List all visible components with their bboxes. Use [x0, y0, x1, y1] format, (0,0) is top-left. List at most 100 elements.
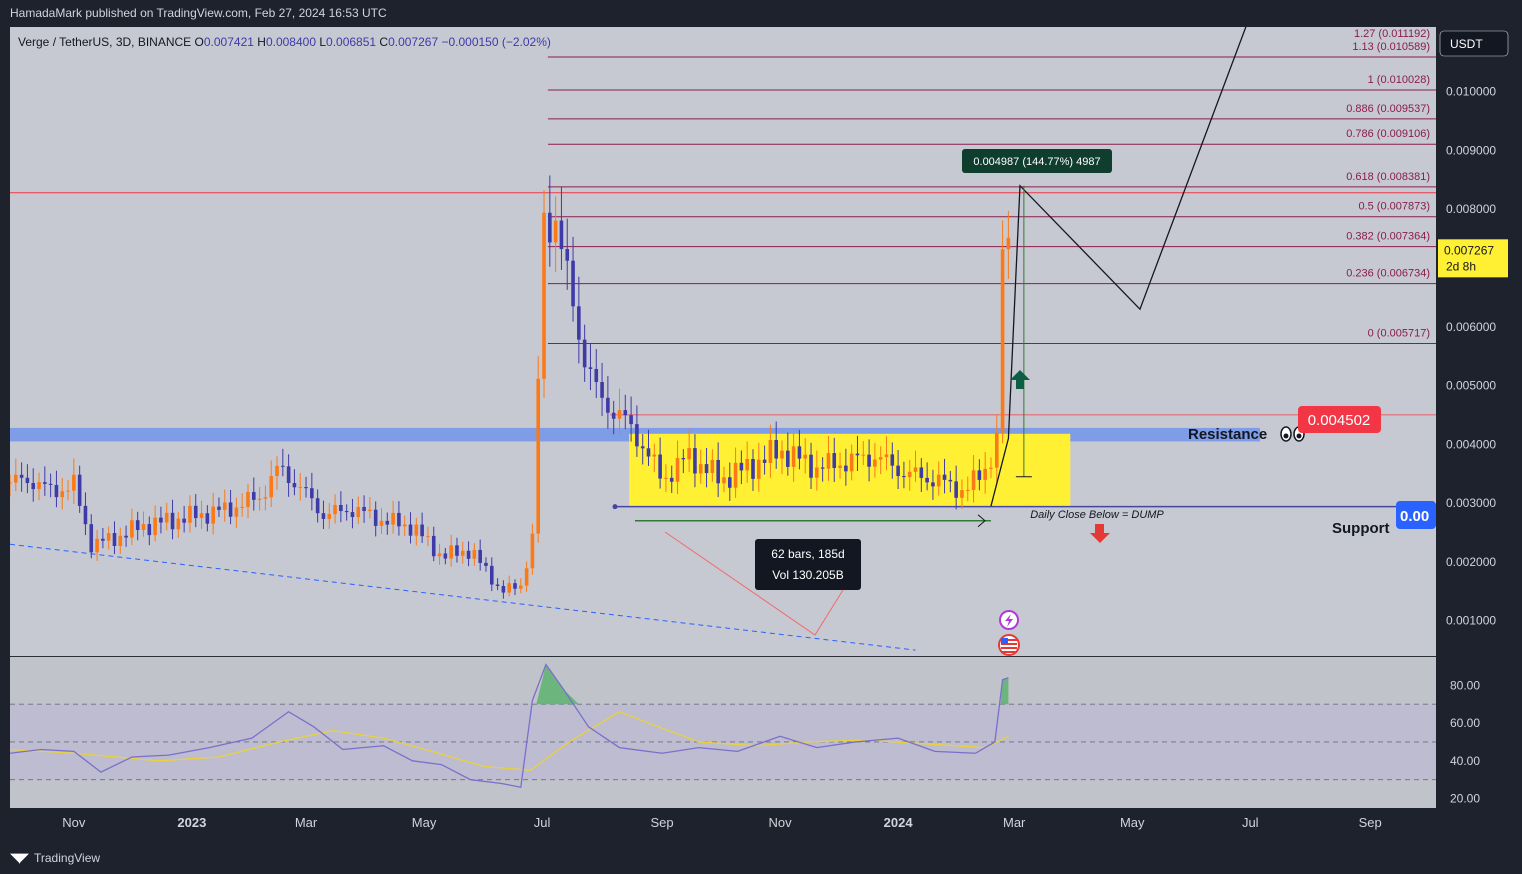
candle-body[interactable] — [600, 382, 604, 398]
candle-body[interactable] — [414, 524, 419, 536]
time-axis-bg[interactable] — [10, 808, 1512, 838]
candle-body[interactable] — [402, 524, 407, 527]
us-flag-icon[interactable] — [998, 634, 1020, 656]
candle-body[interactable] — [437, 553, 442, 557]
candle-body[interactable] — [460, 550, 465, 556]
candle-body[interactable] — [855, 453, 860, 456]
candle-body[interactable] — [826, 453, 831, 469]
candle-body[interactable] — [193, 505, 198, 519]
footer-brand[interactable]: ◥◤ TradingView — [10, 850, 100, 866]
candle-body[interactable] — [1006, 237, 1011, 250]
candle-body[interactable] — [658, 454, 662, 479]
candle-body[interactable] — [722, 477, 726, 484]
candle-body[interactable] — [977, 470, 982, 480]
candle-body[interactable] — [745, 459, 749, 471]
candle-body[interactable] — [489, 565, 494, 585]
candle-body[interactable] — [878, 457, 883, 460]
candle-body[interactable] — [739, 462, 744, 471]
candle-body[interactable] — [925, 477, 929, 483]
candle-body[interactable] — [530, 533, 535, 569]
candle-body[interactable] — [379, 520, 384, 526]
candle-body[interactable] — [205, 513, 210, 524]
candle-body[interactable] — [19, 474, 24, 478]
price-chart[interactable]: 0 (0.005717) 0.236 (0.006734) 0.382 (0.007… — [10, 27, 1512, 838]
candle-body[interactable] — [936, 474, 941, 487]
candle-body[interactable] — [704, 464, 709, 474]
candle-body[interactable] — [884, 454, 889, 458]
candle-body[interactable] — [153, 517, 157, 536]
candle-body[interactable] — [513, 583, 517, 589]
candle-body[interactable] — [994, 432, 999, 468]
candle-body[interactable] — [350, 512, 355, 518]
candle-body[interactable] — [629, 415, 633, 425]
candle-body[interactable] — [478, 549, 482, 563]
candle-body[interactable] — [472, 549, 477, 559]
candle-body[interactable] — [147, 524, 152, 536]
symbol-legend[interactable]: Verge / TetherUS, 3D, BINANCE O0.007421 … — [18, 35, 551, 49]
candle-body[interactable] — [931, 482, 935, 487]
candle-body[interactable] — [234, 507, 239, 517]
candle-body[interactable] — [774, 439, 779, 459]
candle-body[interactable] — [861, 454, 866, 456]
candle-body[interactable] — [211, 506, 215, 524]
candle-body[interactable] — [66, 490, 70, 492]
candle-body[interactable] — [640, 446, 645, 449]
candle-body[interactable] — [820, 467, 825, 469]
candle-body[interactable] — [228, 502, 233, 517]
candle-body[interactable] — [971, 470, 976, 491]
candle-body[interactable] — [292, 483, 297, 488]
candle-body[interactable] — [727, 477, 732, 488]
candle-body[interactable] — [902, 476, 906, 478]
candle-body[interactable] — [339, 504, 343, 512]
candle-body[interactable] — [524, 568, 529, 586]
candle-body[interactable] — [60, 491, 65, 498]
lightning-icon[interactable] — [999, 610, 1019, 630]
candle-body[interactable] — [95, 538, 99, 553]
candle-body[interactable] — [733, 462, 738, 488]
candle-body[interactable] — [310, 488, 314, 499]
candle-body[interactable] — [356, 506, 361, 518]
candle-body[interactable] — [896, 465, 900, 477]
candle-body[interactable] — [913, 467, 918, 472]
candle-body[interactable] — [170, 512, 175, 530]
candle-body[interactable] — [112, 533, 117, 546]
candle-body[interactable] — [617, 410, 622, 419]
candle-body[interactable] — [791, 446, 796, 467]
candle-body[interactable] — [832, 453, 837, 468]
candle-body[interactable] — [281, 465, 285, 467]
candle-body[interactable] — [54, 484, 59, 498]
candle-body[interactable] — [304, 487, 308, 489]
candle-body[interactable] — [43, 482, 47, 484]
candle-body[interactable] — [106, 533, 111, 541]
candle-body[interactable] — [72, 474, 76, 491]
candle-body[interactable] — [983, 468, 987, 480]
candle-body[interactable] — [385, 520, 390, 525]
candle-body[interactable] — [960, 490, 964, 498]
candle-body[interactable] — [786, 450, 790, 467]
candle-body[interactable] — [849, 453, 854, 472]
candle-body[interactable] — [553, 220, 558, 243]
candle-body[interactable] — [298, 487, 303, 489]
candle-body[interactable] — [815, 467, 819, 478]
candle-body[interactable] — [756, 459, 761, 479]
candle-body[interactable] — [14, 474, 18, 483]
candle-body[interactable] — [182, 518, 186, 523]
candle-body[interactable] — [199, 513, 204, 519]
candle-body[interactable] — [890, 454, 895, 466]
candle-body[interactable] — [710, 459, 715, 474]
candle-body[interactable] — [449, 545, 453, 559]
candle-body[interactable] — [507, 583, 511, 593]
candle-body[interactable] — [124, 535, 128, 538]
candle-body[interactable] — [965, 490, 970, 492]
candle-body[interactable] — [263, 497, 268, 499]
candle-body[interactable] — [495, 584, 500, 586]
candle-body[interactable] — [664, 477, 668, 479]
candle-body[interactable] — [594, 368, 599, 383]
candle-body[interactable] — [989, 467, 993, 469]
candle-body[interactable] — [251, 491, 256, 500]
candle-body[interactable] — [693, 448, 697, 474]
candle-body[interactable] — [582, 339, 587, 368]
candle-body[interactable] — [635, 424, 639, 447]
candle-body[interactable] — [344, 511, 349, 513]
candle-body[interactable] — [10, 482, 12, 484]
